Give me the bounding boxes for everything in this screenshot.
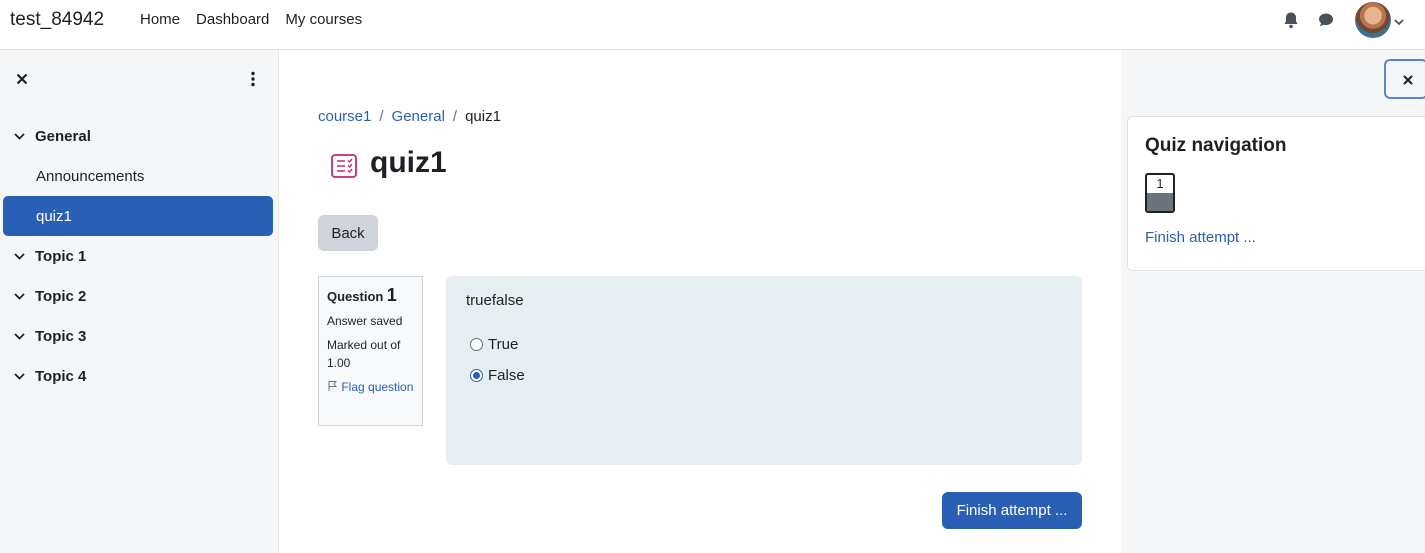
chevron-down-icon[interactable]	[13, 371, 26, 381]
section-topic-2[interactable]: Topic 2	[0, 276, 279, 316]
section-title: Topic 4	[35, 367, 87, 385]
question-info: Question 1 Answer saved Marked out of 1.…	[318, 276, 423, 426]
notifications-bell-icon[interactable]	[1283, 11, 1299, 34]
breadcrumb: course1 / General / quiz1	[318, 108, 501, 125]
primary-navigation: Home Dashboard My courses	[140, 11, 362, 28]
quiz-activity-icon	[330, 152, 358, 180]
answer-label[interactable]: False	[488, 367, 525, 384]
breadcrumb-separator: /	[452, 108, 458, 125]
answered-indicator	[1147, 193, 1173, 211]
section-general[interactable]: General	[0, 116, 279, 156]
section-topic-1[interactable]: Topic 1	[0, 236, 279, 276]
close-quiz-drawer-button[interactable]	[1384, 59, 1425, 99]
main-content: course1 / General / quiz1 quiz1 Back Que…	[280, 50, 1121, 553]
messages-chat-icon[interactable]	[1317, 11, 1335, 34]
finish-attempt-button[interactable]: Finish attempt ...	[942, 492, 1082, 529]
page-title: quiz1	[370, 146, 447, 179]
question-text: truefalse	[466, 292, 524, 309]
quiz-nav-question-number: 1	[1156, 176, 1164, 191]
more-options-icon[interactable]	[244, 70, 262, 88]
question-number: 1	[386, 285, 397, 305]
section-title: General	[35, 127, 91, 145]
nav-home[interactable]: Home	[140, 11, 180, 28]
quiz-navigation-drawer: Quiz navigation 1 Finish attempt ...	[1121, 50, 1425, 553]
course-index-drawer: General Announcements quiz1 Topic 1 Topi…	[0, 50, 279, 553]
flag-icon[interactable]	[327, 380, 338, 391]
radio-true[interactable]	[470, 338, 483, 351]
chevron-down-icon[interactable]	[13, 131, 26, 141]
question-label: Question	[327, 289, 384, 304]
chevron-down-icon[interactable]	[1393, 14, 1405, 32]
flag-question-link[interactable]: Flag question	[327, 378, 414, 396]
site-name[interactable]: test_84942	[10, 9, 104, 31]
breadcrumb-course1[interactable]: course1	[318, 108, 371, 125]
close-icon[interactable]	[1402, 74, 1414, 86]
question-content: truefalse True False	[446, 276, 1082, 465]
close-drawer-icon[interactable]	[13, 70, 31, 88]
answer-option-true[interactable]: True	[466, 329, 1062, 360]
chevron-down-icon[interactable]	[13, 331, 26, 341]
question-state: Answer saved	[327, 314, 403, 328]
answer-label[interactable]: True	[488, 336, 518, 353]
section-title: Topic 1	[35, 247, 87, 265]
question-marks: Marked out of 1.00	[327, 338, 401, 370]
quiz-nav-question-button[interactable]: 1	[1145, 173, 1175, 213]
quiz-nav-finish-link[interactable]: Finish attempt ...	[1145, 229, 1256, 246]
chevron-down-icon[interactable]	[13, 251, 26, 261]
quiz-navigation-block: Quiz navigation 1 Finish attempt ...	[1127, 116, 1425, 271]
section-title: Topic 2	[35, 287, 87, 305]
back-button[interactable]: Back	[318, 215, 378, 251]
item-quiz1[interactable]: quiz1	[3, 196, 273, 236]
section-topic-4[interactable]: Topic 4	[0, 356, 279, 396]
section-title: Topic 3	[35, 327, 87, 345]
breadcrumb-separator: /	[379, 108, 384, 125]
nav-dashboard[interactable]: Dashboard	[196, 11, 269, 28]
answer-option-false[interactable]: False	[466, 360, 1062, 391]
breadcrumb-current: quiz1	[465, 108, 501, 125]
item-announcements[interactable]: Announcements	[0, 156, 279, 196]
quiz-navigation-title: Quiz navigation	[1145, 135, 1287, 156]
course-index: General Announcements quiz1 Topic 1 Topi…	[0, 116, 279, 396]
radio-false[interactable]	[470, 369, 483, 382]
nav-my-courses[interactable]: My courses	[285, 11, 362, 28]
user-avatar[interactable]	[1355, 2, 1391, 38]
top-navbar: test_84942 Home Dashboard My courses	[0, 0, 1425, 50]
chevron-down-icon[interactable]	[13, 291, 26, 301]
section-topic-3[interactable]: Topic 3	[0, 316, 279, 356]
breadcrumb-general[interactable]: General	[392, 108, 445, 125]
flag-question-label[interactable]: Flag question	[341, 380, 413, 394]
